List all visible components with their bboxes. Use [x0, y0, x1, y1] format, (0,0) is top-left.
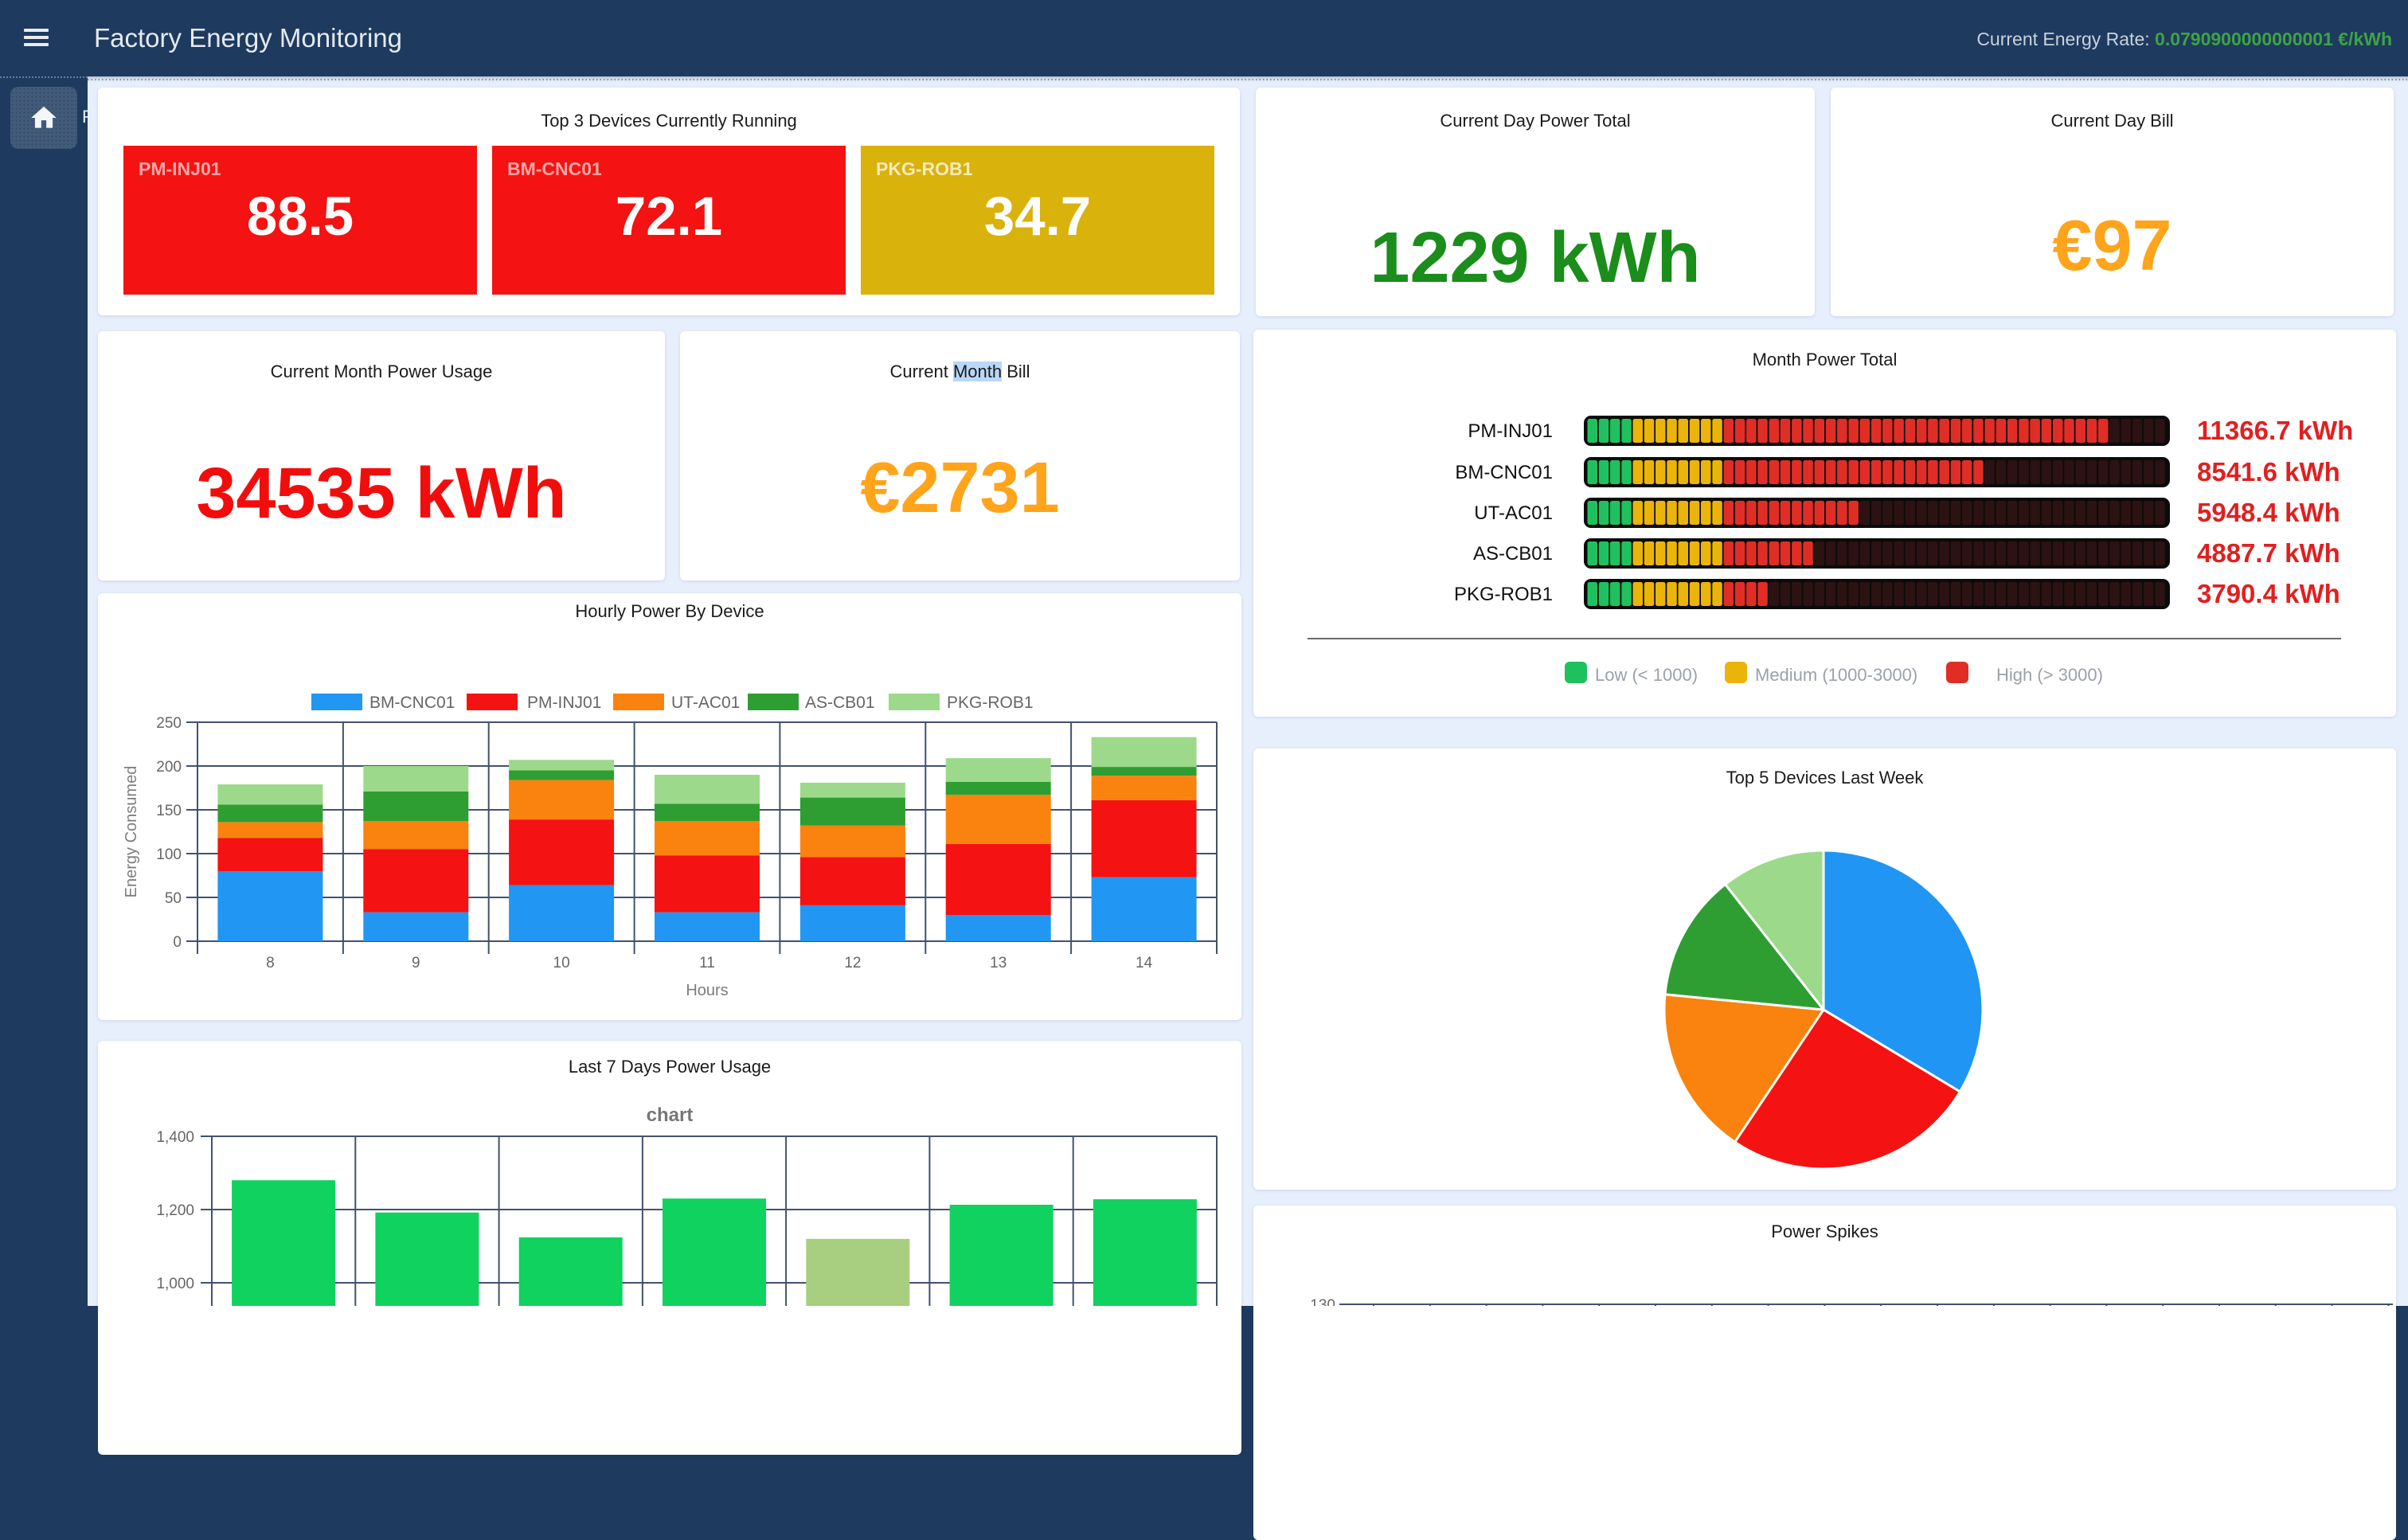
svg-text:8: 8 — [266, 955, 275, 971]
svg-text:5948.4 kWh: 5948.4 kWh — [2197, 498, 2340, 527]
svg-text:PKG-ROB1: PKG-ROB1 — [1454, 584, 1553, 605]
svg-text:AS-CB01: AS-CB01 — [805, 694, 875, 712]
svg-text:10: 10 — [553, 955, 570, 971]
svg-text:14: 14 — [1136, 955, 1153, 971]
svg-text:250: 250 — [156, 715, 182, 732]
svg-text:50: 50 — [165, 890, 182, 907]
svg-text:11366.7 kWh: 11366.7 kWh — [2197, 416, 2353, 445]
svg-text:BM-CNC01: BM-CNC01 — [369, 694, 455, 712]
svg-text:0: 0 — [173, 934, 182, 951]
svg-text:chart: chart — [647, 1104, 694, 1126]
svg-text:Hours: Hours — [686, 982, 728, 999]
svg-text:BM-CNC01: BM-CNC01 — [1455, 462, 1553, 483]
svg-text:9: 9 — [412, 955, 420, 971]
svg-text:3790.4 kWh: 3790.4 kWh — [2197, 579, 2340, 608]
svg-text:Energy Consumed: Energy Consumed — [123, 766, 140, 898]
svg-text:AS-CB01: AS-CB01 — [1473, 543, 1553, 565]
svg-text:12: 12 — [844, 955, 861, 971]
svg-text:Medium (1000-3000): Medium (1000-3000) — [1755, 665, 1917, 685]
svg-text:11: 11 — [699, 955, 715, 971]
svg-text:4887.7 kWh: 4887.7 kWh — [2197, 538, 2340, 568]
svg-text:200: 200 — [156, 759, 182, 776]
svg-text:UT-AC01: UT-AC01 — [671, 694, 740, 712]
svg-text:1,000: 1,000 — [156, 1276, 194, 1292]
svg-text:1,200: 1,200 — [156, 1202, 194, 1219]
svg-text:High (> 3000): High (> 3000) — [1996, 665, 2103, 685]
svg-text:PKG-ROB1: PKG-ROB1 — [947, 694, 1034, 712]
svg-text:PM-INJ01: PM-INJ01 — [527, 694, 601, 712]
svg-text:PM-INJ01: PM-INJ01 — [1468, 420, 1553, 442]
svg-text:UT-AC01: UT-AC01 — [1474, 502, 1553, 524]
svg-text:13: 13 — [990, 955, 1007, 971]
svg-text:150: 150 — [156, 803, 182, 819]
svg-text:Low (< 1000): Low (< 1000) — [1595, 665, 1698, 685]
svg-text:8541.6 kWh: 8541.6 kWh — [2197, 457, 2340, 487]
svg-text:130: 130 — [1310, 1297, 1335, 1306]
svg-text:1,400: 1,400 — [156, 1129, 194, 1146]
svg-text:100: 100 — [156, 846, 182, 863]
